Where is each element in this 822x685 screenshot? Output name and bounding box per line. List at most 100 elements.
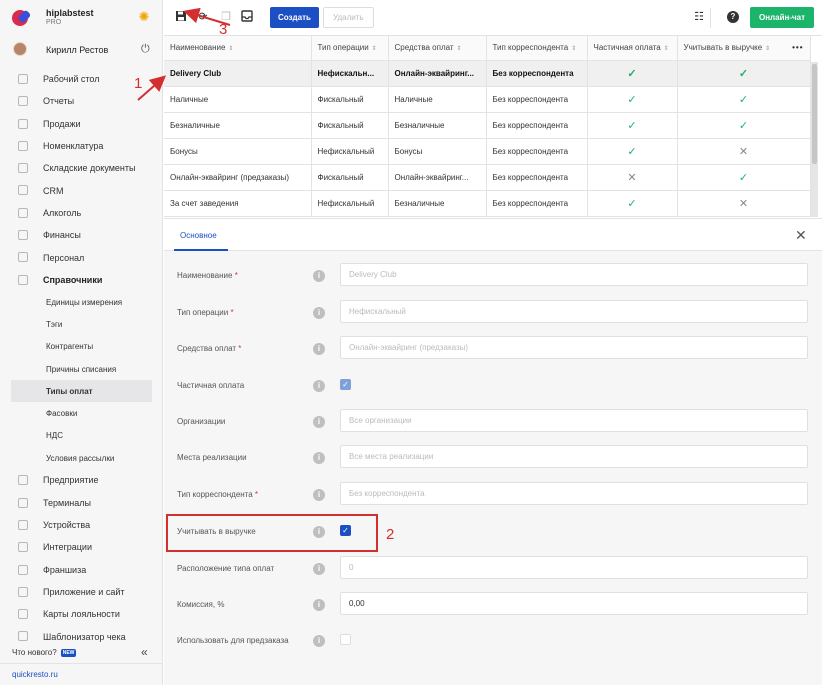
more-options-icon[interactable]: ••• bbox=[792, 43, 803, 52]
sidebar-item[interactable]: Алкоголь bbox=[0, 202, 163, 224]
table-row[interactable]: Наличные Фискальный Наличные Без корреспонд… bbox=[164, 86, 811, 113]
column-header-label: Наименование bbox=[170, 43, 226, 53]
checkbox[interactable]: ✓ bbox=[340, 379, 351, 390]
sidebar-item[interactable]: Справочники bbox=[0, 269, 163, 291]
text-field[interactable]: Все места реализации bbox=[340, 445, 808, 468]
column-header[interactable]: Тип операции ⇕ bbox=[311, 36, 389, 61]
text-field[interactable]: Все организации bbox=[340, 409, 808, 432]
sidebar-item[interactable]: Единицы измерения bbox=[0, 291, 163, 313]
sidebar-item[interactable]: Устройства bbox=[0, 514, 163, 536]
sidebar-item[interactable]: Продажи bbox=[0, 113, 163, 135]
column-header[interactable]: Средства оплат ⇕ bbox=[388, 36, 487, 61]
text-field[interactable]: 0 bbox=[340, 556, 808, 579]
collapse-sidebar-icon[interactable]: « bbox=[141, 645, 148, 659]
user-name: Кирилл Рестов bbox=[46, 45, 109, 55]
text-field[interactable]: Онлайн-эквайринг (предзаказы) bbox=[340, 336, 808, 359]
inbox-icon[interactable] bbox=[240, 10, 254, 24]
table-row[interactable]: Онлайн-эквайринг (предзаказы) Фискальный О… bbox=[164, 164, 811, 191]
text-field[interactable]: Без корреспондента bbox=[340, 482, 808, 505]
column-header[interactable]: Наименование ⇕ bbox=[164, 36, 312, 61]
online-chat-button[interactable]: Онлайн-чат bbox=[750, 7, 814, 28]
sidebar-item[interactable]: Терминалы bbox=[0, 492, 163, 514]
text-field[interactable]: Delivery Club bbox=[340, 263, 808, 286]
sidebar-item[interactable]: Персонал bbox=[0, 246, 163, 268]
create-button[interactable]: Создать bbox=[270, 7, 319, 28]
delete-button[interactable]: Удалить bbox=[323, 7, 374, 28]
table-row[interactable]: Бонусы Нефискальный Бонусы Без корреспонден… bbox=[164, 138, 811, 165]
table-row[interactable]: Delivery Club Нефискальн... Онлайн-эквайри… bbox=[164, 60, 811, 87]
info-icon[interactable]: i bbox=[313, 599, 325, 611]
info-icon[interactable]: i bbox=[313, 307, 325, 319]
info-icon[interactable]: i bbox=[313, 416, 325, 428]
theme-toggle-icon[interactable]: ✺ bbox=[137, 10, 151, 24]
scrollbar-thumb[interactable] bbox=[812, 64, 817, 164]
refresh-icon[interactable]: ⟳ bbox=[196, 10, 210, 24]
form-row: Тип операции * i Нефискальный bbox=[164, 297, 822, 333]
cross-icon: ✕ bbox=[738, 197, 749, 210]
sort-icon[interactable]: ⇕ bbox=[457, 46, 462, 52]
save-icon[interactable] bbox=[174, 10, 188, 24]
sort-icon[interactable]: ⇕ bbox=[664, 46, 669, 52]
table-cell: Без корреспондента bbox=[486, 112, 588, 139]
field-label: Расположение типа оплат bbox=[177, 563, 307, 574]
text-field[interactable]: Нефискальный bbox=[340, 300, 808, 323]
sort-icon[interactable]: ⇕ bbox=[228, 46, 233, 52]
sidebar: hiplabstest PRO ✺ Кирилл Рестов ⏻ Рабочи… bbox=[0, 0, 163, 685]
table-row[interactable]: За счет заведения Нефискальный Безналичные… bbox=[164, 190, 811, 217]
sidebar-item-label: Терминалы bbox=[43, 497, 91, 508]
network-icon bbox=[18, 564, 28, 575]
help-icon[interactable]: ? bbox=[727, 11, 739, 23]
tab-main[interactable]: Основное bbox=[180, 231, 217, 240]
info-icon[interactable]: i bbox=[313, 380, 325, 392]
info-icon[interactable]: i bbox=[313, 635, 325, 647]
website-link[interactable]: quickresto.ru bbox=[0, 663, 163, 685]
sidebar-item[interactable]: Причины списания bbox=[0, 358, 163, 380]
checkbox[interactable] bbox=[340, 634, 351, 645]
sort-icon[interactable]: ⇕ bbox=[372, 46, 377, 52]
sidebar-item[interactable]: Интеграции bbox=[0, 536, 163, 558]
sort-icon[interactable]: ⇕ bbox=[571, 46, 576, 52]
sidebar-item[interactable]: Фасовки bbox=[0, 402, 163, 424]
printer-icon bbox=[18, 519, 28, 530]
info-icon[interactable]: i bbox=[313, 563, 325, 575]
info-icon[interactable]: i bbox=[313, 343, 325, 355]
sidebar-item[interactable]: Складские документы bbox=[0, 157, 163, 179]
field-label: Средства оплат * bbox=[177, 343, 307, 354]
column-header[interactable]: Учитывать в выручке ⇕ ••• bbox=[677, 36, 811, 61]
close-icon[interactable]: ✕ bbox=[795, 227, 807, 244]
sidebar-item-label: НДС bbox=[46, 431, 63, 441]
info-icon[interactable]: i bbox=[313, 452, 325, 464]
sidebar-item-label: Типы оплат bbox=[46, 386, 93, 396]
sidebar-item[interactable]: Предприятие bbox=[0, 469, 163, 491]
sidebar-item[interactable]: Финансы bbox=[0, 224, 163, 246]
sort-icon[interactable]: ⇕ bbox=[765, 46, 770, 52]
sidebar-item[interactable]: CRM bbox=[0, 179, 163, 201]
form-row: Средства оплат * i Онлайн-эквайринг (предз… bbox=[164, 333, 822, 369]
sidebar-item[interactable]: Номенклатура bbox=[0, 135, 163, 157]
table-cell: ✓ bbox=[677, 112, 811, 139]
whats-new-link[interactable]: Что нового? NEW bbox=[12, 648, 77, 657]
column-header[interactable]: Тип корреспондента ⇕ bbox=[486, 36, 588, 61]
column-header[interactable]: Частичная оплата ⇕ bbox=[587, 36, 678, 61]
sidebar-item[interactable]: Отчеты bbox=[0, 90, 163, 112]
settings-sliders-icon[interactable]: ☷ bbox=[692, 10, 706, 24]
table-cell: ✓ bbox=[587, 86, 678, 113]
text-field[interactable]: 0,00 bbox=[340, 592, 808, 615]
field-label: Организации bbox=[177, 416, 307, 427]
info-icon[interactable]: i bbox=[313, 489, 325, 501]
box-icon bbox=[18, 163, 28, 174]
sidebar-item[interactable]: Типы оплат bbox=[11, 380, 152, 403]
power-icon[interactable]: ⏻ bbox=[141, 43, 150, 56]
table-row[interactable]: Безналичные Фискальный Безналичные Без корр… bbox=[164, 112, 811, 139]
sidebar-item[interactable]: Франшиза bbox=[0, 559, 163, 581]
sidebar-item[interactable]: Тэги bbox=[0, 313, 163, 335]
sidebar-item[interactable]: Карты лояльности bbox=[0, 603, 163, 625]
sidebar-item[interactable]: Контрагенты bbox=[0, 336, 163, 358]
sidebar-item[interactable]: Шаблонизатор чека bbox=[0, 625, 163, 647]
basket-icon bbox=[18, 118, 28, 129]
table-scrollbar[interactable] bbox=[811, 62, 818, 217]
info-icon[interactable]: i bbox=[313, 270, 325, 282]
sidebar-item[interactable]: НДС bbox=[0, 425, 163, 447]
sidebar-item[interactable]: Условия рассылки bbox=[0, 447, 163, 469]
sidebar-item[interactable]: Приложение и сайт bbox=[0, 581, 163, 603]
